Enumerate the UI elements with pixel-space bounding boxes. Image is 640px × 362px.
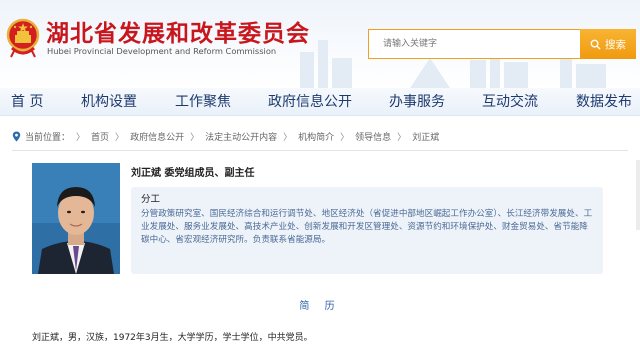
nav-item-gov-info[interactable]: 政府信息公开 [268,88,352,116]
nav-item-data-release[interactable]: 数据发布 [576,88,632,116]
nav-item-organization[interactable]: 机构设置 [81,88,137,116]
site-title-english: Hubei Provincial Development and Reform … [47,46,277,56]
search-icon [590,39,601,50]
search-button[interactable]: 搜索 [580,29,636,59]
breadcrumb-prefix: 当前位置： [25,132,71,143]
breadcrumb-separator: 〉 [340,132,350,143]
breadcrumb-separator: 〉 [283,132,293,143]
duty-box: 分工 分管政策研究室、国民经济综合和运行调节处、地区经济处（省促进中部地区崛起工… [131,187,603,274]
breadcrumb-separator: 〉 [397,132,407,143]
nav-item-services[interactable]: 办事服务 [389,88,445,116]
duty-text: 分管政策研究室、国民经济综合和运行调节处、地区经济处（省促进中部地区崛起工作办公… [141,209,593,245]
main-nav: 首 页 机构设置 工作聚焦 政府信息公开 办事服务 互动交流 数据发布 [0,88,640,116]
search-bar: 搜索 [368,29,636,59]
breadcrumb-separator: 〉 [190,132,200,143]
leader-photo [32,163,120,274]
site-title: 湖北省发展和改革委员会 [46,21,310,47]
search-button-label: 搜索 [605,38,626,51]
breadcrumb-org-intro[interactable]: 机构简介 [298,130,334,143]
duty-label: 分工 [141,194,161,205]
breadcrumb-gov-info[interactable]: 政府信息公开 [130,130,184,143]
resume-text: 刘正斌，男，汉族，1972年3月生，大学学历，学士学位，中共党员。 [32,333,313,343]
scrollbar[interactable] [636,160,640,230]
site-header: 湖北省发展和改革委员会 Hubei Provincial Development… [0,0,640,88]
resume-section-title: 简 历 [299,301,341,312]
search-input[interactable] [368,29,580,59]
breadcrumb: 当前位置： 〉 首页 〉 政府信息公开 〉 法定主动公开内容 〉 机构简介 〉 … [12,128,439,144]
national-emblem-icon [6,18,40,58]
breadcrumb-statutory-content[interactable]: 法定主动公开内容 [205,130,277,143]
breadcrumb-current[interactable]: 刘正斌 [412,130,439,143]
breadcrumb-leaders[interactable]: 领导信息 [355,130,391,143]
divider [12,150,628,151]
breadcrumb-separator: 〉 [115,132,125,143]
nav-item-work-focus[interactable]: 工作聚焦 [175,88,231,116]
leader-name-title: 刘正斌 委党组成员、副主任 [131,168,255,179]
breadcrumb-separator: 〉 [76,132,86,143]
nav-item-home[interactable]: 首 页 [11,88,43,116]
nav-item-interaction[interactable]: 互动交流 [482,88,538,116]
location-pin-icon [12,131,21,141]
breadcrumb-home[interactable]: 首页 [91,130,109,143]
